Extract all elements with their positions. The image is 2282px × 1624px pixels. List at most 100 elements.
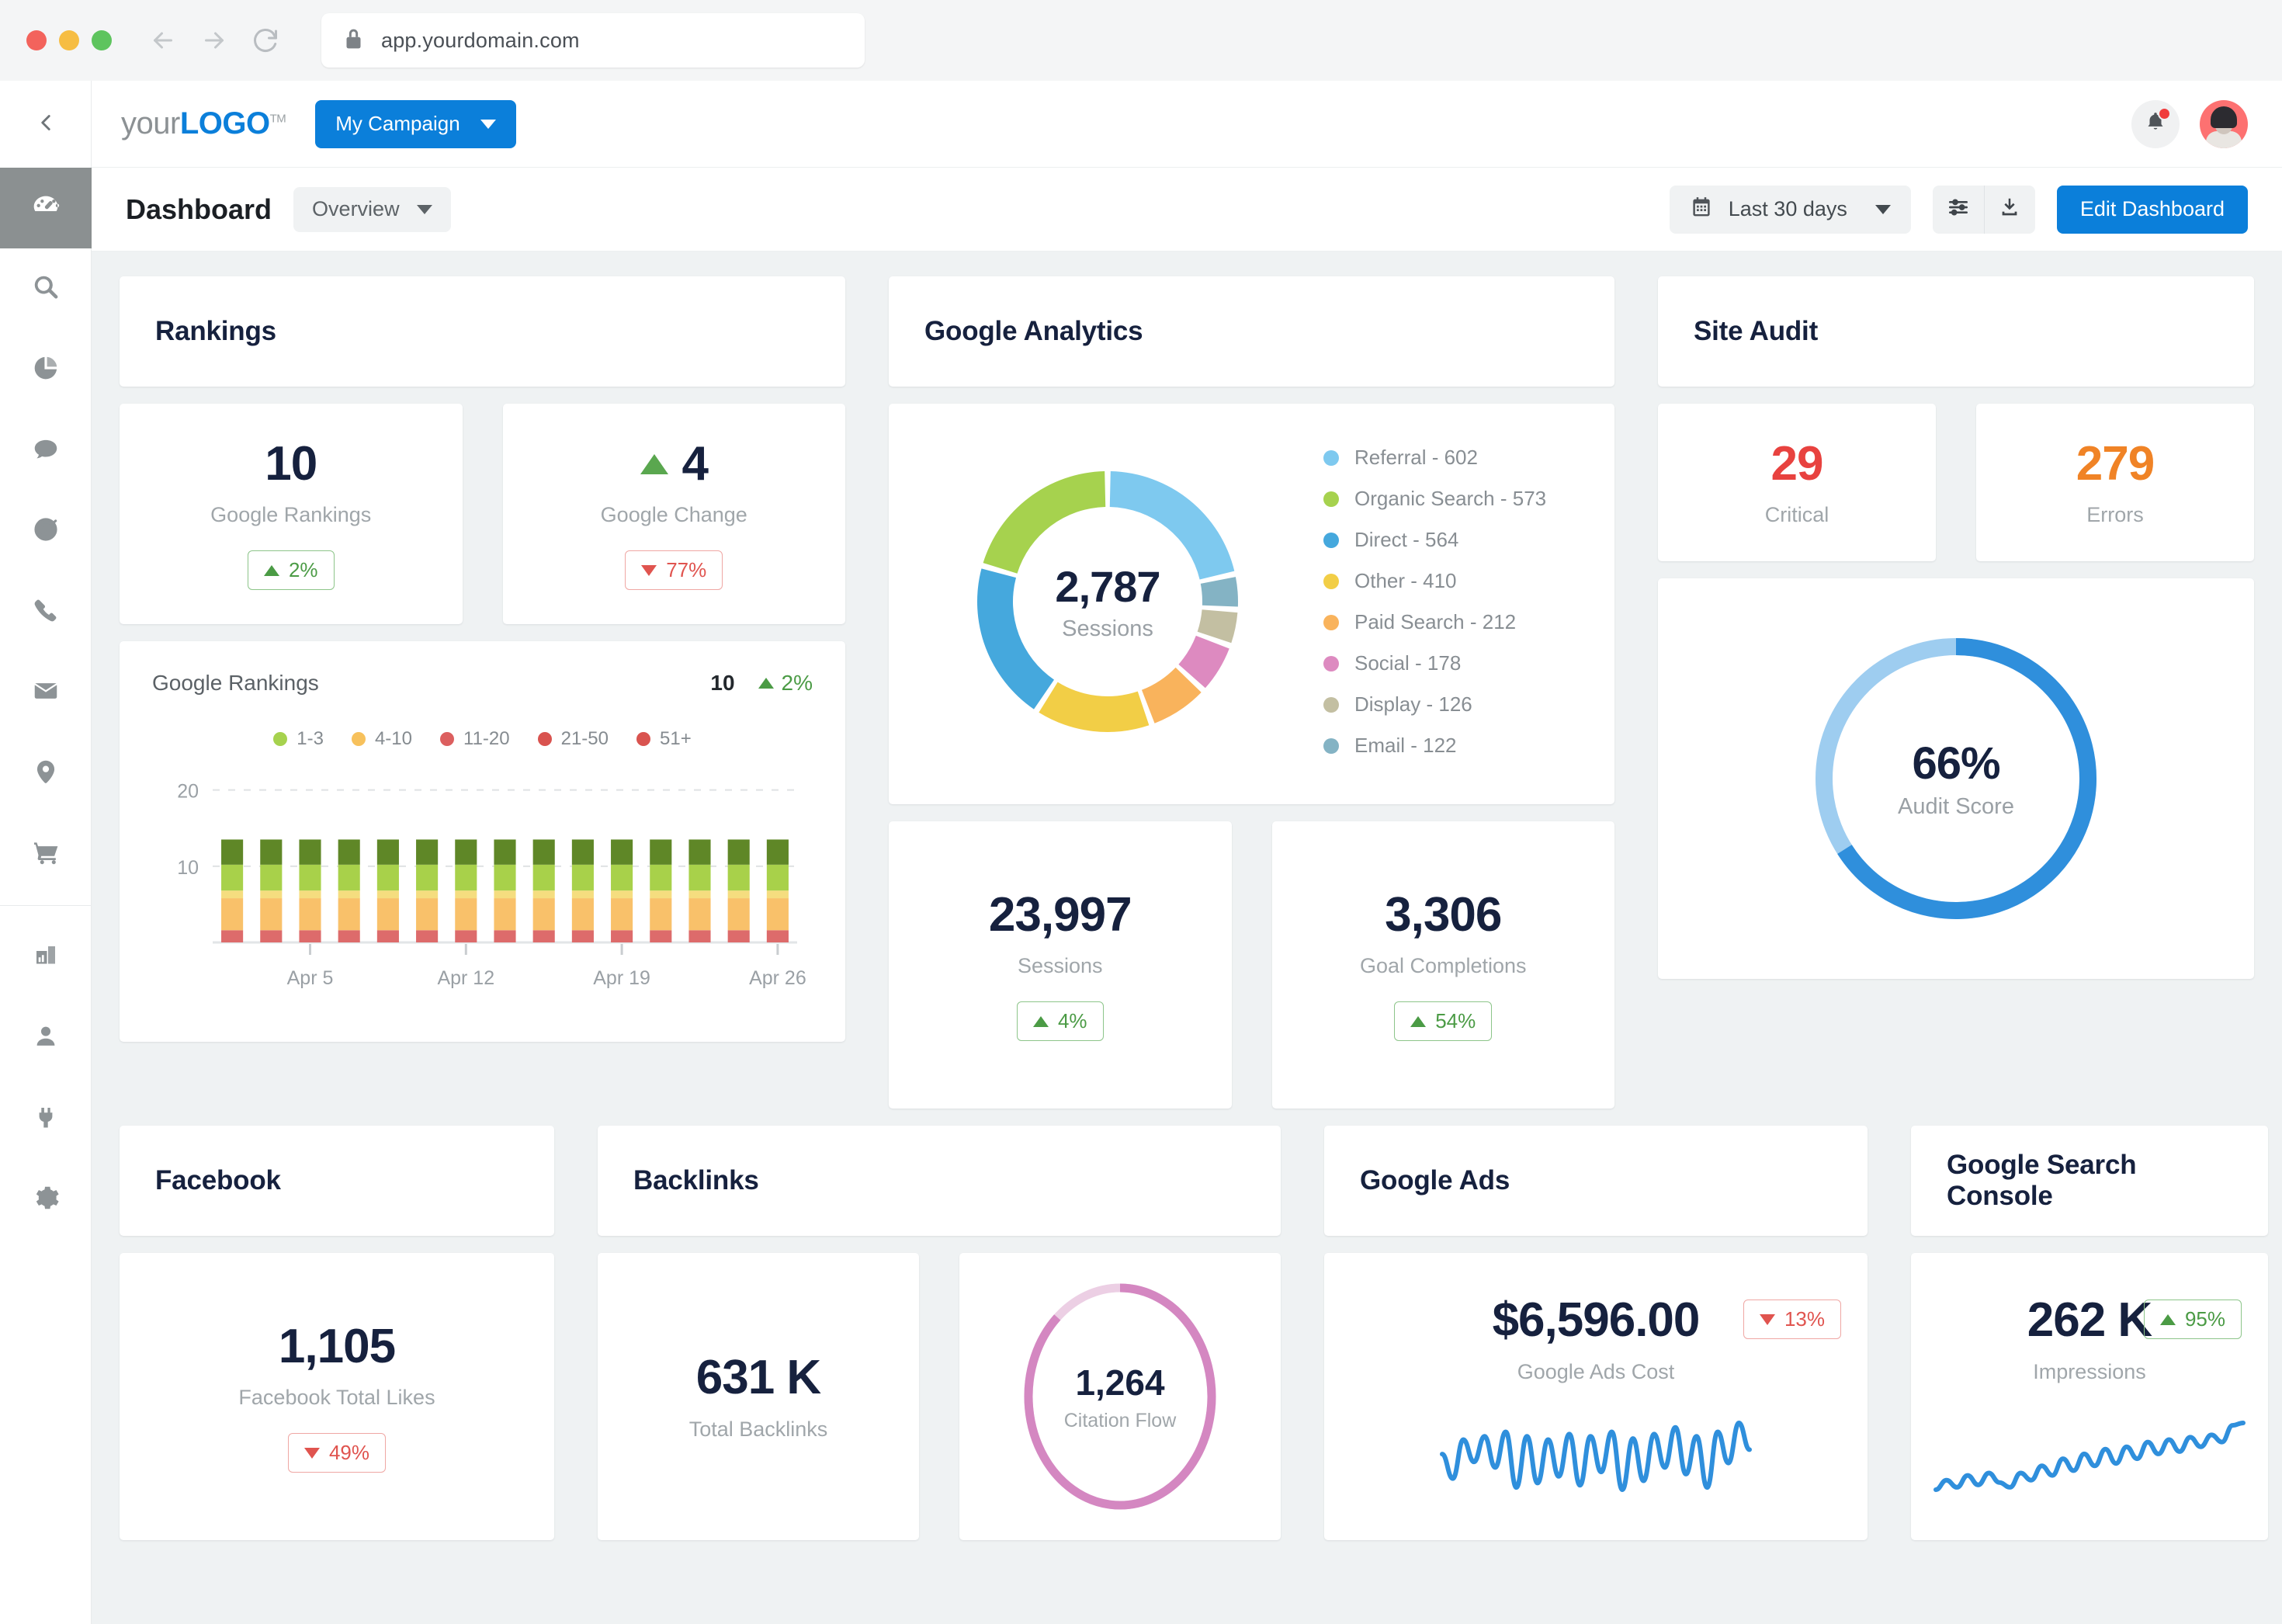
sidebar-item-dashboard[interactable] — [0, 168, 92, 248]
legend-label: 1-3 — [297, 728, 324, 750]
legend-item[interactable]: Direct - 564 — [1323, 528, 1546, 552]
legend-item[interactable]: 4-10 — [352, 728, 412, 750]
site-audit-section: Site Audit 29 Critical 279 Errors — [1658, 276, 2254, 1109]
sidebar-item-reporting[interactable] — [0, 917, 92, 998]
dashboard-canvas: Rankings 10 Google Rankings 2% — [92, 252, 2282, 1624]
bar-segment — [572, 930, 594, 942]
window-traffic-lights — [26, 30, 112, 50]
address-bar[interactable]: app.yourdomain.com — [321, 13, 865, 68]
bar-segment — [611, 898, 633, 930]
legend-item[interactable]: Other - 410 — [1323, 569, 1546, 593]
chevron-down-icon — [480, 120, 496, 129]
overview-selector[interactable]: Overview — [293, 187, 451, 232]
date-range-selector[interactable]: Last 30 days — [1670, 186, 1911, 234]
bar-segment — [416, 840, 438, 865]
tile-google-change[interactable]: 4 Google Change 77% — [503, 404, 846, 624]
legend-item[interactable]: 11-20 — [440, 728, 510, 750]
chevron-down-icon — [1875, 205, 1891, 214]
legend-swatch — [440, 732, 454, 746]
legend-item[interactable]: Referral - 602 — [1323, 446, 1546, 470]
bar-segment — [221, 930, 243, 942]
tile-facebook-likes[interactable]: 1,105 Facebook Total Likes 49% — [120, 1253, 554, 1540]
legend-item[interactable]: Social - 178 — [1323, 651, 1546, 675]
close-window-button[interactable] — [26, 30, 47, 50]
chart-legend: 1-3 4-10 11-20 21-50 51+ — [152, 728, 813, 750]
audit-score-card[interactable]: 66% Audit Score — [1658, 578, 2254, 979]
bar-segment — [688, 898, 710, 930]
sidebar-item-settings[interactable] — [0, 1159, 92, 1240]
bar-group — [611, 840, 633, 943]
legend-item[interactable]: 51+ — [636, 728, 692, 750]
sidebar-item-goals[interactable] — [0, 491, 92, 571]
sliders-icon — [1946, 195, 1971, 224]
status-badge: 95% — [2144, 1300, 2242, 1339]
tile-impressions[interactable]: 95% 262 K Impressions — [1911, 1253, 2268, 1540]
minimize-window-button[interactable] — [59, 30, 79, 50]
tile-google-ads-cost[interactable]: 13% $6,596.00 Google Ads Cost — [1324, 1253, 1868, 1540]
tile-total-backlinks[interactable]: 631 K Total Backlinks — [598, 1253, 919, 1540]
sidebar-item-account[interactable] — [0, 998, 92, 1078]
donut-slice-email — [1201, 577, 1238, 606]
gauge-label: Audit Score — [1898, 794, 2014, 820]
bar-segment — [416, 930, 438, 942]
ga-channels-card[interactable]: 2,787 Sessions Referral - 602Organic Sea… — [889, 404, 1614, 804]
phone-icon — [32, 596, 60, 628]
sidebar-item-messages[interactable] — [0, 410, 92, 491]
notification-badge — [2158, 107, 2171, 120]
google-rankings-chart-card[interactable]: Google Rankings 10 2% 1-34-1011-2021-505… — [120, 641, 845, 1042]
bar-segment — [767, 898, 789, 930]
legend-item[interactable]: Email - 122 — [1323, 734, 1546, 758]
legend-label: Other - 410 — [1354, 569, 1457, 593]
app-logo[interactable]: yourLOGOTM — [121, 106, 286, 141]
page-header: Dashboard Overview Last 30 days — [92, 168, 2282, 252]
bar-segment — [377, 898, 399, 930]
reload-icon[interactable] — [251, 26, 279, 54]
tile-ga-sessions[interactable]: 23,997 Sessions 4% — [889, 821, 1232, 1109]
legend-item[interactable]: 21-50 — [538, 728, 609, 750]
sidebar-item-email[interactable] — [0, 652, 92, 733]
bar-group — [455, 840, 477, 943]
legend-item[interactable]: Organic Search - 573 — [1323, 487, 1546, 511]
sidebar-item-local[interactable] — [0, 733, 92, 814]
maximize-window-button[interactable] — [92, 30, 112, 50]
back-arrow-icon[interactable] — [149, 26, 177, 54]
backlinks-section-header: Backlinks — [598, 1126, 1281, 1236]
legend-label: 11-20 — [463, 728, 510, 750]
triangle-up-icon — [1410, 1016, 1426, 1027]
calendar-icon — [1690, 195, 1713, 224]
sidebar-item-search[interactable] — [0, 248, 92, 329]
sidebar-item-integrations[interactable] — [0, 1078, 92, 1159]
bar-segment — [377, 930, 399, 942]
tile-label: Sessions — [1018, 954, 1103, 978]
notifications-button[interactable] — [2131, 100, 2180, 148]
tile-google-rankings[interactable]: 10 Google Rankings 2% — [120, 404, 463, 624]
bar-group — [728, 840, 750, 943]
tile-goal-completions[interactable]: 3,306 Goal Completions 54% — [1272, 821, 1615, 1109]
sidebar-collapse-button[interactable] — [0, 81, 91, 168]
campaign-selector-button[interactable]: My Campaign — [315, 100, 515, 148]
status-badge: 54% — [1394, 1001, 1492, 1041]
filter-settings-button[interactable] — [1933, 186, 1984, 234]
report-building-icon — [32, 942, 60, 973]
donut-slice-display — [1198, 609, 1238, 643]
tile-value: 23,997 — [989, 889, 1132, 942]
sidebar-item-calls[interactable] — [0, 571, 92, 652]
delta-value: 77% — [666, 558, 706, 582]
legend-swatch — [273, 732, 287, 746]
dashboard-top-row: Rankings 10 Google Rankings 2% — [120, 276, 2254, 1109]
edit-dashboard-button[interactable]: Edit Dashboard — [2057, 186, 2248, 234]
status-badge: 2% — [248, 550, 335, 590]
google-rankings-stacked-bar-chart: 1020Apr 5Apr 12Apr 19Apr 26 — [152, 761, 808, 994]
download-button[interactable] — [1984, 186, 2035, 234]
legend-item[interactable]: Paid Search - 212 — [1323, 610, 1546, 634]
forward-arrow-icon[interactable] — [200, 26, 228, 54]
sidebar-item-ecommerce[interactable] — [0, 814, 92, 894]
tile-citation-flow[interactable]: 1,264 Citation Flow — [959, 1253, 1281, 1540]
tile-critical[interactable]: 29 Critical — [1658, 404, 1936, 561]
legend-item[interactable]: 1-3 — [273, 728, 324, 750]
tile-errors[interactable]: 279 Errors — [1976, 404, 2254, 561]
user-avatar[interactable] — [2200, 100, 2248, 148]
legend-item[interactable]: Display - 126 — [1323, 692, 1546, 717]
bar-segment — [688, 840, 710, 865]
sidebar-item-reports[interactable] — [0, 329, 92, 410]
